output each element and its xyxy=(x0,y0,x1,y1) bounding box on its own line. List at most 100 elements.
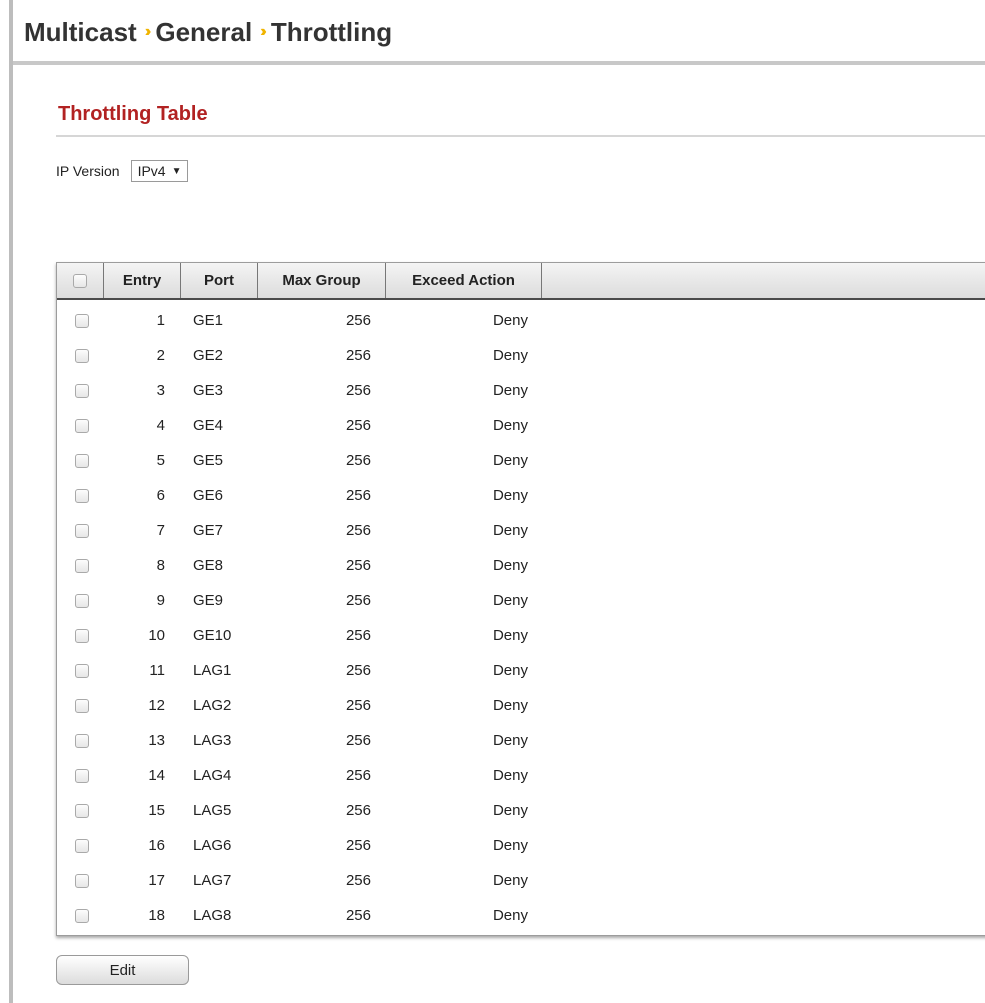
row-checkbox[interactable] xyxy=(74,383,89,398)
row-checkbox-cell xyxy=(57,583,104,618)
column-header-port[interactable]: Port xyxy=(181,263,258,298)
row-checkbox[interactable] xyxy=(74,523,89,538)
table-row[interactable]: 4 GE4 256 Deny xyxy=(57,408,985,443)
section-title: Throttling Table xyxy=(58,103,208,125)
table-row[interactable]: 8 GE8 256 Deny xyxy=(57,548,985,583)
row-checkbox[interactable] xyxy=(74,838,89,853)
table-row[interactable]: 12 LAG2 256 Deny xyxy=(57,688,985,723)
max-group-cell: 256 xyxy=(345,767,371,784)
table-row[interactable]: 10 GE10 256 Deny xyxy=(57,618,985,653)
port-cell: LAG2 xyxy=(193,697,232,714)
select-all-checkbox[interactable] xyxy=(73,273,87,288)
exceed-action-cell: Deny xyxy=(492,767,528,784)
column-header-entry[interactable]: Entry xyxy=(104,263,181,298)
row-checkbox[interactable] xyxy=(74,418,89,433)
ip-version-select[interactable]: IPv4 ▼ xyxy=(130,160,189,182)
port-cell: GE1 xyxy=(193,312,224,329)
entry-cell: 2 xyxy=(156,347,165,364)
max-group-cell: 256 xyxy=(345,557,371,574)
table-row[interactable]: 11 LAG1 256 Deny xyxy=(57,653,985,688)
max-group-cell: 256 xyxy=(345,697,371,714)
exceed-action-cell: Deny xyxy=(492,802,528,819)
exceed-action-cell: Deny xyxy=(492,382,528,399)
section-divider xyxy=(56,135,985,137)
row-checkbox[interactable] xyxy=(74,348,89,363)
table-row[interactable]: 7 GE7 256 Deny xyxy=(57,513,985,548)
row-checkbox-cell xyxy=(57,513,104,548)
row-checkbox[interactable] xyxy=(74,628,89,643)
row-checkbox-cell xyxy=(57,793,104,828)
row-checkbox-cell xyxy=(57,338,104,373)
exceed-action-cell: Deny xyxy=(492,837,528,854)
breadcrumb: Multicast ›› General ›› Throttling xyxy=(24,12,392,52)
max-group-cell: 256 xyxy=(345,452,371,469)
table-row[interactable]: 17 LAG7 256 Deny xyxy=(57,863,985,898)
row-checkbox[interactable] xyxy=(74,558,89,573)
table-row[interactable]: 14 LAG4 256 Deny xyxy=(57,758,985,793)
row-checkbox-cell xyxy=(57,688,104,723)
entry-cell: 7 xyxy=(156,522,165,539)
port-cell: LAG5 xyxy=(193,802,232,819)
exceed-action-cell: Deny xyxy=(492,522,528,539)
breadcrumb-divider xyxy=(13,61,985,65)
max-group-cell: 256 xyxy=(345,802,371,819)
row-checkbox[interactable] xyxy=(74,698,89,713)
row-checkbox-cell xyxy=(57,758,104,793)
table-row[interactable]: 3 GE3 256 Deny xyxy=(57,373,985,408)
entry-cell: 13 xyxy=(148,732,165,749)
exceed-action-cell: Deny xyxy=(492,662,528,679)
exceed-action-cell: Deny xyxy=(492,732,528,749)
port-cell: GE7 xyxy=(193,522,224,539)
max-group-cell: 256 xyxy=(345,522,371,539)
table-row[interactable]: 6 GE6 256 Deny xyxy=(57,478,985,513)
exceed-action-cell: Deny xyxy=(492,697,528,714)
edit-button[interactable]: Edit xyxy=(56,955,189,985)
max-group-cell: 256 xyxy=(345,662,371,679)
exceed-action-cell: Deny xyxy=(492,452,528,469)
row-checkbox[interactable] xyxy=(74,593,89,608)
port-cell: LAG8 xyxy=(193,907,232,924)
port-cell: GE10 xyxy=(193,627,232,644)
row-checkbox-cell xyxy=(57,618,104,653)
entry-cell: 11 xyxy=(149,662,165,679)
row-checkbox[interactable] xyxy=(74,313,89,328)
row-checkbox[interactable] xyxy=(74,663,89,678)
max-group-cell: 256 xyxy=(345,837,371,854)
column-header-exceed-action[interactable]: Exceed Action xyxy=(386,263,542,298)
row-checkbox[interactable] xyxy=(74,488,89,503)
row-checkbox-cell xyxy=(57,373,104,408)
row-checkbox[interactable] xyxy=(74,768,89,783)
max-group-cell: 256 xyxy=(345,487,371,504)
dropdown-caret-icon: ▼ xyxy=(171,165,182,177)
table-row[interactable]: 1 GE1 256 Deny xyxy=(57,303,985,338)
row-checkbox-cell xyxy=(57,828,104,863)
entry-cell: 18 xyxy=(148,907,165,924)
max-group-cell: 256 xyxy=(345,382,371,399)
max-group-cell: 256 xyxy=(345,347,371,364)
breadcrumb-item-throttling: Throttling xyxy=(270,16,393,47)
row-checkbox[interactable] xyxy=(74,453,89,468)
table-row[interactable]: 13 LAG3 256 Deny xyxy=(57,723,985,758)
row-checkbox[interactable] xyxy=(74,908,89,923)
table-row[interactable]: 5 GE5 256 Deny xyxy=(57,443,985,478)
exceed-action-cell: Deny xyxy=(492,557,528,574)
port-cell: GE9 xyxy=(193,592,224,609)
entry-cell: 15 xyxy=(148,802,165,819)
row-checkbox[interactable] xyxy=(74,733,89,748)
port-cell: LAG6 xyxy=(193,837,232,854)
table-row[interactable]: 15 LAG5 256 Deny xyxy=(57,793,985,828)
breadcrumb-separator-icon: ›› xyxy=(260,23,266,40)
table-row[interactable]: 18 LAG8 256 Deny xyxy=(57,898,985,933)
entry-cell: 6 xyxy=(156,487,165,504)
port-cell: GE5 xyxy=(193,452,224,469)
entry-cell: 5 xyxy=(156,452,165,469)
column-header-max-group[interactable]: Max Group xyxy=(258,263,386,298)
row-checkbox[interactable] xyxy=(74,803,89,818)
table-row[interactable]: 9 GE9 256 Deny xyxy=(57,583,985,618)
port-cell: GE3 xyxy=(193,382,224,399)
row-checkbox[interactable] xyxy=(74,873,89,888)
entry-cell: 8 xyxy=(156,557,165,574)
table-row[interactable]: 16 LAG6 256 Deny xyxy=(57,828,985,863)
table-row[interactable]: 2 GE2 256 Deny xyxy=(57,338,985,373)
header-filler xyxy=(542,263,985,298)
